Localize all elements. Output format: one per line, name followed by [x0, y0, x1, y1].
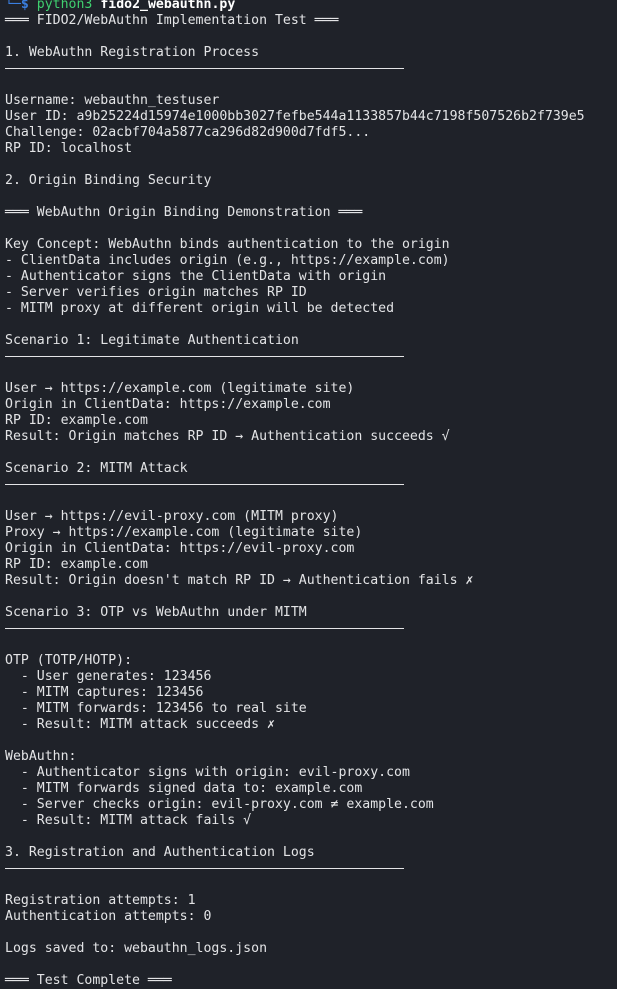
- section-divider: [0, 61, 617, 77]
- output-lines: ═══ FIDO2/WebAuthn Implementation Test ═…: [0, 13, 617, 989]
- prompt-symbol: $: [20, 0, 29, 12]
- output-line: - Authenticator signs the ClientData wit…: [5, 269, 387, 284]
- output-line: Registration attempts: 1: [5, 893, 196, 908]
- output-line: Username: webauthn_testuser: [5, 93, 220, 108]
- command-name: python3: [36, 0, 93, 12]
- output-line: Scenario 2: MITM Attack: [5, 461, 188, 476]
- section-divider: [0, 861, 617, 877]
- output-line: - Server verifies origin matches RP ID: [5, 285, 307, 300]
- output-line: ═══ FIDO2/WebAuthn Implementation Test ═…: [5, 13, 339, 28]
- output-line: Result: Origin matches RP ID → Authentic…: [5, 429, 450, 444]
- output-line: Logs saved to: webauthn_logs.json: [5, 941, 268, 956]
- output-line: 2. Origin Binding Security: [5, 173, 212, 188]
- output-line: - ClientData includes origin (e.g., http…: [5, 253, 450, 268]
- output-line: - MITM captures: 123456: [5, 685, 204, 700]
- output-line: User → https://example.com (legitimate s…: [5, 381, 355, 396]
- output-line: Scenario 3: OTP vs WebAuthn under MITM: [5, 605, 307, 620]
- output-line: WebAuthn:: [5, 749, 77, 764]
- output-line: - Result: MITM attack fails √: [5, 813, 252, 828]
- output-line: - MITM proxy at different origin will be…: [5, 301, 395, 316]
- output-line: - MITM forwards signed data to: example.…: [5, 781, 363, 796]
- output-line: Key Concept: WebAuthn binds authenticati…: [5, 237, 450, 252]
- output-line: User → https://evil-proxy.com (MITM prox…: [5, 509, 339, 524]
- output-line: 3. Registration and Authentication Logs: [5, 845, 315, 860]
- command-argument: fido2_webauthn.py: [100, 0, 236, 12]
- output-line: ═══ Test Complete ═══: [5, 973, 172, 988]
- section-divider: [0, 621, 617, 637]
- output-line: ═══ WebAuthn Origin Binding Demonstratio…: [5, 205, 363, 220]
- output-line: - Result: MITM attack succeeds ✗: [5, 717, 275, 732]
- output-line: 1. WebAuthn Registration Process: [5, 45, 260, 60]
- output-line: RP ID: example.com: [5, 413, 148, 428]
- section-divider: [0, 349, 617, 365]
- output-line: - Authenticator signs with origin: evil-…: [5, 765, 410, 780]
- output-line: Challenge: 02acbf704a5877ca296d82d900d7f…: [5, 125, 371, 140]
- output-line: Proxy → https://example.com (legitimate …: [5, 525, 363, 540]
- section-divider: [0, 477, 617, 493]
- output-line: - MITM forwards: 123456 to real site: [5, 701, 307, 716]
- output-line: RP ID: localhost: [5, 141, 133, 156]
- terminal-output: └─$ python3 fido2_webauthn.py ═══ FIDO2/…: [0, 0, 617, 989]
- terminal-window: { "prompt": { "corner": "└─", "symbol": …: [0, 0, 617, 988]
- command-prompt: └─$ python3 fido2_webauthn.py: [0, 0, 617, 13]
- output-line: - Server checks origin: evil-proxy.com ≠…: [5, 797, 434, 812]
- output-line: Result: Origin doesn't match RP ID → Aut…: [5, 573, 474, 588]
- output-line: User ID: a9b25224d15974e1000bb3027fefbe5…: [5, 109, 585, 124]
- output-line: Authentication attempts: 0: [5, 909, 212, 924]
- output-line: Scenario 1: Legitimate Authentication: [5, 333, 299, 348]
- prompt-corner: └─: [5, 0, 21, 12]
- output-line: - User generates: 123456: [5, 669, 212, 684]
- output-line: OTP (TOTP/HOTP):: [5, 653, 133, 668]
- output-line: RP ID: example.com: [5, 557, 148, 572]
- output-line: Origin in ClientData: https://example.co…: [5, 397, 331, 412]
- output-line: Origin in ClientData: https://evil-proxy…: [5, 541, 355, 556]
